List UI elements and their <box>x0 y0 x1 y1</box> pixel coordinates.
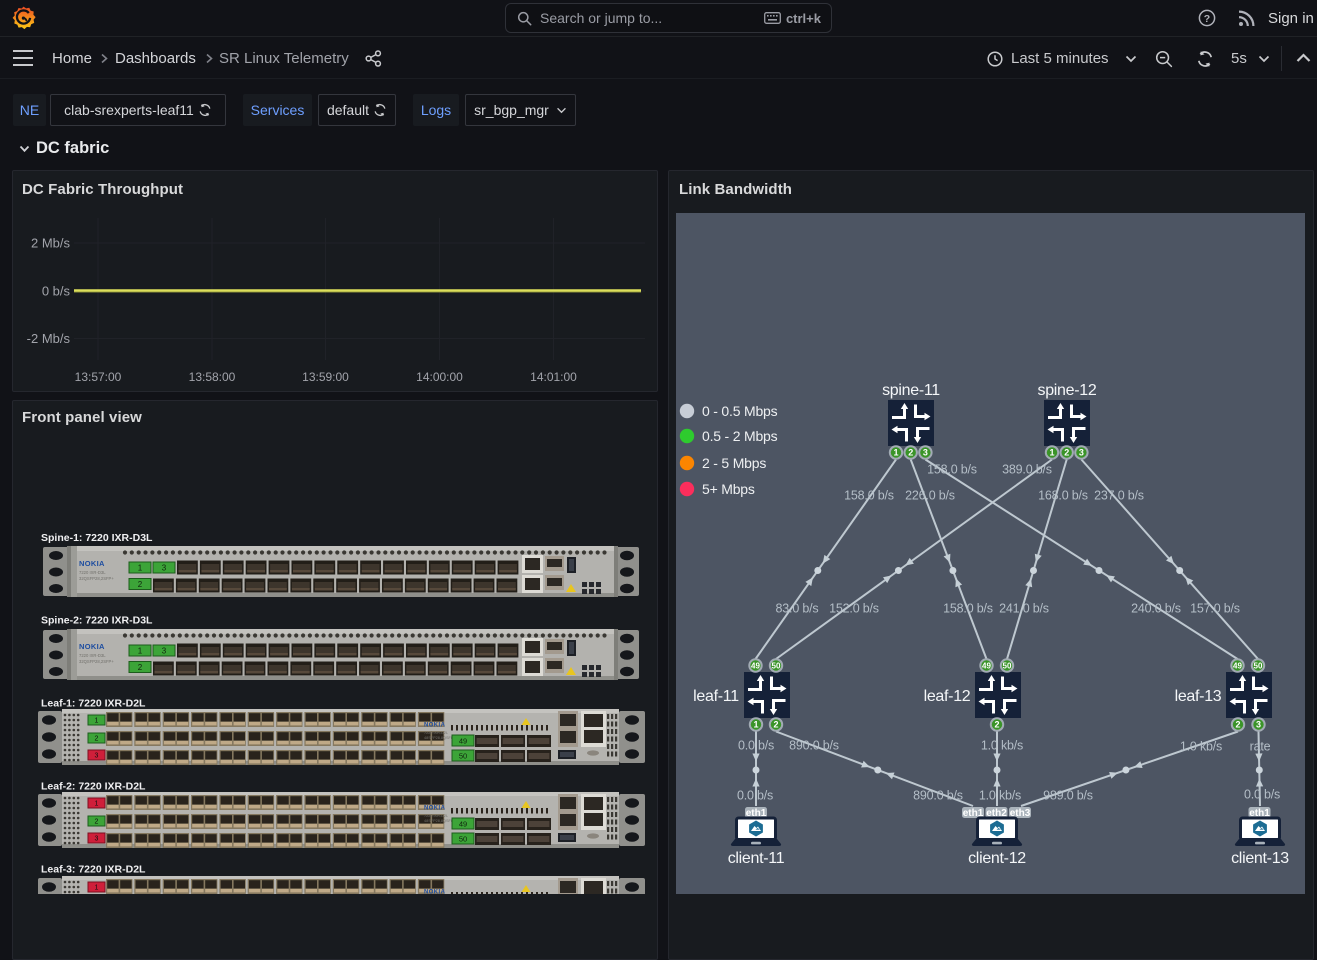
svg-text:13:59:00: 13:59:00 <box>302 370 349 384</box>
svg-text:1: 1 <box>753 720 758 730</box>
svg-text:Leaf-3: 7220 IXR-D2L: Leaf-3: 7220 IXR-D2L <box>41 864 146 876</box>
svg-text:50: 50 <box>772 662 781 671</box>
svg-text:158.0 b/s: 158.0 b/s <box>844 489 894 503</box>
svg-text:240.0 b/s: 240.0 b/s <box>1131 602 1181 616</box>
svg-text:49: 49 <box>459 820 467 829</box>
svg-text:1.0 kb/s: 1.0 kb/s <box>981 739 1023 753</box>
svg-text:2: 2 <box>908 448 913 458</box>
svg-text:157.0 b/s: 157.0 b/s <box>1190 602 1240 616</box>
svg-text:2 - 5 Mbps: 2 - 5 Mbps <box>702 455 766 471</box>
svg-text:2: 2 <box>95 736 99 743</box>
svg-text:49: 49 <box>982 662 991 671</box>
svg-text:890.0 b/s: 890.0 b/s <box>789 739 839 753</box>
svg-text:0.0 b/s: 0.0 b/s <box>1244 788 1280 802</box>
svg-text:50: 50 <box>459 752 467 761</box>
svg-text:14:01:00: 14:01:00 <box>530 370 577 384</box>
svg-text:14:00:00: 14:00:00 <box>416 370 463 384</box>
svg-text:2: 2 <box>773 720 778 730</box>
svg-text:158.0 b/s: 158.0 b/s <box>943 602 993 616</box>
svg-text:rate: rate <box>1250 740 1271 754</box>
svg-text:1: 1 <box>893 448 898 458</box>
svg-text:0.5 - 2 Mbps: 0.5 - 2 Mbps <box>702 428 778 444</box>
svg-text:158.0 b/s: 158.0 b/s <box>927 463 977 477</box>
svg-text:3: 3 <box>1256 720 1261 730</box>
svg-text:0.0 b/s: 0.0 b/s <box>738 739 774 753</box>
svg-text:1.0 kb/s: 1.0 kb/s <box>1180 740 1222 754</box>
svg-text:890.0 b/s: 890.0 b/s <box>913 789 963 803</box>
svg-text:0 - 0.5 Mbps: 0 - 0.5 Mbps <box>702 403 778 419</box>
svg-text:3: 3 <box>923 448 928 458</box>
svg-text:50: 50 <box>1003 662 1012 671</box>
svg-text:client-13: client-13 <box>1231 850 1289 867</box>
svg-text:leaf-13: leaf-13 <box>1175 688 1222 705</box>
svg-text:50: 50 <box>1254 662 1263 671</box>
svg-text:spine-11: spine-11 <box>882 382 940 399</box>
svg-text:389.0 b/s: 389.0 b/s <box>1002 463 1052 477</box>
svg-text:5+ Mbps: 5+ Mbps <box>702 481 755 497</box>
svg-text:1: 1 <box>1049 448 1054 458</box>
svg-text:83.0 b/s: 83.0 b/s <box>776 602 819 616</box>
svg-text:spine-12: spine-12 <box>1038 382 1097 399</box>
svg-text:2: 2 <box>1235 720 1240 730</box>
svg-text:Leaf-2: 7220 IXR-D2L: Leaf-2: 7220 IXR-D2L <box>41 781 146 793</box>
svg-text:2 Mb/s: 2 Mb/s <box>31 236 71 251</box>
svg-text:49: 49 <box>751 662 760 671</box>
svg-text:50: 50 <box>459 835 467 844</box>
svg-text:237.0 b/s: 237.0 b/s <box>1094 489 1144 503</box>
svg-text:13:57:00: 13:57:00 <box>75 370 122 384</box>
svg-text:1: 1 <box>95 718 99 725</box>
svg-text:49: 49 <box>1233 662 1242 671</box>
svg-text:0.0 b/s: 0.0 b/s <box>737 789 773 803</box>
svg-text:leaf-11: leaf-11 <box>693 688 739 705</box>
svg-text:client-12: client-12 <box>968 850 1026 867</box>
svg-text:3: 3 <box>95 753 99 760</box>
svg-text:152.0 b/s: 152.0 b/s <box>829 602 879 616</box>
svg-text:leaf-12: leaf-12 <box>924 688 971 705</box>
svg-text:-2 Mb/s: -2 Mb/s <box>27 331 71 346</box>
svg-text:49: 49 <box>459 737 467 746</box>
svg-text:226.0 b/s: 226.0 b/s <box>905 489 955 503</box>
svg-text:989.0 b/s: 989.0 b/s <box>1043 789 1093 803</box>
svg-text:client-11: client-11 <box>728 850 785 867</box>
svg-text:1: 1 <box>95 885 99 892</box>
svg-text:?: ? <box>1204 13 1210 25</box>
svg-text:168.0 b/s: 168.0 b/s <box>1038 489 1088 503</box>
svg-text:Spine-1: 7220 IXR-D3L: Spine-1: 7220 IXR-D3L <box>41 532 153 544</box>
svg-text:1.0 kb/s: 1.0 kb/s <box>979 789 1021 803</box>
svg-text:3: 3 <box>95 836 99 843</box>
svg-text:1: 1 <box>95 801 99 808</box>
svg-text:241.0 b/s: 241.0 b/s <box>999 602 1049 616</box>
svg-text:2: 2 <box>95 819 99 826</box>
svg-text:2: 2 <box>994 720 999 730</box>
svg-text:Spine-2: 7220 IXR-D3L: Spine-2: 7220 IXR-D3L <box>41 615 153 627</box>
svg-text:3: 3 <box>1079 448 1084 458</box>
svg-text:Leaf-1: 7220 IXR-D2L: Leaf-1: 7220 IXR-D2L <box>41 698 146 710</box>
svg-text:0 b/s: 0 b/s <box>42 284 71 299</box>
svg-text:2: 2 <box>1064 448 1069 458</box>
svg-text:13:58:00: 13:58:00 <box>189 370 236 384</box>
